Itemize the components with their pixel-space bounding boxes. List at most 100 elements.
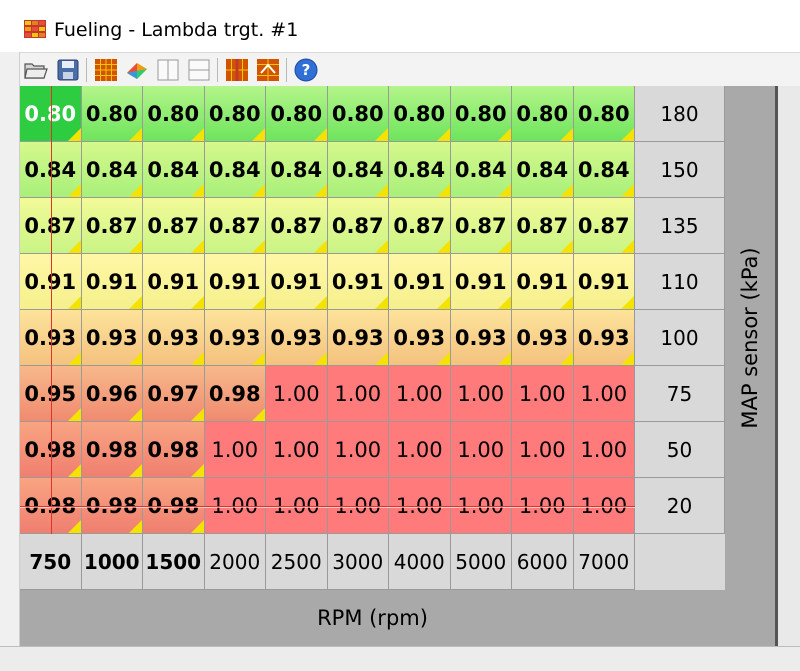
rpm-axis-value[interactable]: 7000 <box>573 534 635 590</box>
open-folder-icon[interactable] <box>22 56 50 84</box>
table-cell[interactable]: 0.80 <box>143 86 205 142</box>
interpolate-rows-icon[interactable] <box>254 56 282 84</box>
split-horizontal-icon[interactable] <box>185 56 213 84</box>
table-cell[interactable]: 0.87 <box>512 198 574 254</box>
map-axis-value[interactable]: 75 <box>635 366 725 422</box>
rpm-axis-value[interactable]: 4000 <box>389 534 451 590</box>
table-cell[interactable]: 0.91 <box>573 254 635 310</box>
table-cell[interactable]: 0.87 <box>143 198 205 254</box>
interpolate-columns-icon[interactable] <box>223 56 251 84</box>
table-cell[interactable]: 0.80 <box>450 86 512 142</box>
table-cell[interactable]: 0.93 <box>143 310 205 366</box>
table-cell[interactable]: 1.00 <box>573 422 635 478</box>
map-axis-value[interactable]: 150 <box>635 142 725 198</box>
table-cell[interactable]: 0.84 <box>389 142 451 198</box>
map-axis-value[interactable]: 135 <box>635 198 725 254</box>
table-cell[interactable]: 0.91 <box>327 254 389 310</box>
table-cell[interactable]: 1.00 <box>327 366 389 422</box>
table-cell[interactable]: 1.00 <box>573 366 635 422</box>
table-cell[interactable]: 0.93 <box>204 310 266 366</box>
3d-view-icon[interactable] <box>123 56 151 84</box>
table-cell[interactable]: 0.93 <box>389 310 451 366</box>
rpm-axis-value[interactable]: 2500 <box>266 534 328 590</box>
table-cell[interactable]: 0.84 <box>81 142 143 198</box>
modified-marker <box>559 184 573 197</box>
table-cell[interactable]: 0.98 <box>143 422 205 478</box>
table-cell[interactable]: 0.93 <box>450 310 512 366</box>
table-cell[interactable]: 1.00 <box>450 366 512 422</box>
rpm-axis-value[interactable]: 1000 <box>81 534 143 590</box>
save-icon[interactable] <box>54 56 82 84</box>
table-cell[interactable]: 0.87 <box>573 198 635 254</box>
table-cell[interactable]: 0.91 <box>450 254 512 310</box>
table-cell[interactable]: 0.87 <box>266 198 328 254</box>
table-cell[interactable]: 0.80 <box>389 86 451 142</box>
map-axis-value[interactable]: 100 <box>635 310 725 366</box>
table-cell[interactable]: 1.00 <box>512 366 574 422</box>
table-cell[interactable]: 0.91 <box>389 254 451 310</box>
modified-marker <box>313 128 327 141</box>
table-cell[interactable]: 0.98 <box>204 366 266 422</box>
table-cell[interactable]: 0.87 <box>389 198 451 254</box>
split-vertical-icon[interactable] <box>154 56 182 84</box>
table-cell[interactable]: 1.00 <box>327 422 389 478</box>
table-cell[interactable]: 0.84 <box>204 142 266 198</box>
table-cell[interactable]: 0.97 <box>143 366 205 422</box>
table-cell[interactable]: 0.80 <box>81 86 143 142</box>
modified-marker <box>190 408 204 421</box>
table-cell[interactable]: 1.00 <box>389 422 451 478</box>
table-cell[interactable]: 0.91 <box>143 254 205 310</box>
help-icon[interactable]: ? <box>292 56 320 84</box>
table-cell[interactable]: 0.96 <box>81 366 143 422</box>
map-axis-value[interactable]: 180 <box>635 86 725 142</box>
grid-view-icon[interactable] <box>92 56 120 84</box>
modified-marker <box>313 296 327 309</box>
table-cell[interactable]: 1.00 <box>204 422 266 478</box>
rpm-axis-value[interactable]: 1500 <box>143 534 205 590</box>
map-axis-value[interactable]: 20 <box>635 478 725 534</box>
table-cell[interactable]: 0.87 <box>450 198 512 254</box>
table-cell[interactable]: 0.84 <box>512 142 574 198</box>
modified-marker <box>190 184 204 197</box>
table-cell[interactable]: 0.91 <box>512 254 574 310</box>
table-cell[interactable]: 0.84 <box>450 142 512 198</box>
modified-marker <box>129 296 142 309</box>
table-cell[interactable]: 0.91 <box>81 254 143 310</box>
table-cell[interactable]: 0.84 <box>327 142 389 198</box>
table-cell[interactable]: 0.93 <box>573 310 635 366</box>
table-cell[interactable]: 0.87 <box>204 198 266 254</box>
table-cell[interactable]: 0.80 <box>204 86 266 142</box>
table-cell[interactable]: 1.00 <box>450 422 512 478</box>
rpm-axis-value[interactable]: 750 <box>20 534 82 590</box>
table-cell[interactable]: 0.91 <box>204 254 266 310</box>
rpm-axis-value[interactable]: 6000 <box>512 534 574 590</box>
table-cell[interactable]: 0.80 <box>573 86 635 142</box>
rpm-axis-value[interactable]: 2000 <box>204 534 266 590</box>
right-scroll-area <box>775 86 800 671</box>
map-axis-value[interactable]: 50 <box>635 422 725 478</box>
table-cell[interactable]: 0.93 <box>81 310 143 366</box>
map-axis-value[interactable]: 110 <box>635 254 725 310</box>
table-cell[interactable]: 0.93 <box>512 310 574 366</box>
table-cell[interactable]: 0.84 <box>573 142 635 198</box>
table-cell[interactable]: 1.00 <box>512 422 574 478</box>
table-cell[interactable]: 1.00 <box>266 422 328 478</box>
table-cell[interactable]: 1.00 <box>266 366 328 422</box>
map-cursor-highlight <box>20 507 635 508</box>
table-cell[interactable]: 0.98 <box>81 422 143 478</box>
rpm-axis-value[interactable]: 5000 <box>450 534 512 590</box>
table-cell[interactable]: 1.00 <box>389 366 451 422</box>
table-cell[interactable]: 0.87 <box>81 198 143 254</box>
table-cell[interactable]: 0.93 <box>266 310 328 366</box>
table-cell[interactable]: 0.80 <box>266 86 328 142</box>
toolbar-separator <box>217 58 218 82</box>
table-cell[interactable]: 0.93 <box>327 310 389 366</box>
table-cell[interactable]: 0.80 <box>512 86 574 142</box>
table-cell[interactable]: 0.91 <box>266 254 328 310</box>
table-cell[interactable]: 0.84 <box>143 142 205 198</box>
table-cell[interactable]: 0.87 <box>327 198 389 254</box>
rpm-axis-value[interactable]: 3000 <box>327 534 389 590</box>
modified-marker <box>190 296 204 309</box>
table-cell[interactable]: 0.80 <box>327 86 389 142</box>
table-cell[interactable]: 0.84 <box>266 142 328 198</box>
